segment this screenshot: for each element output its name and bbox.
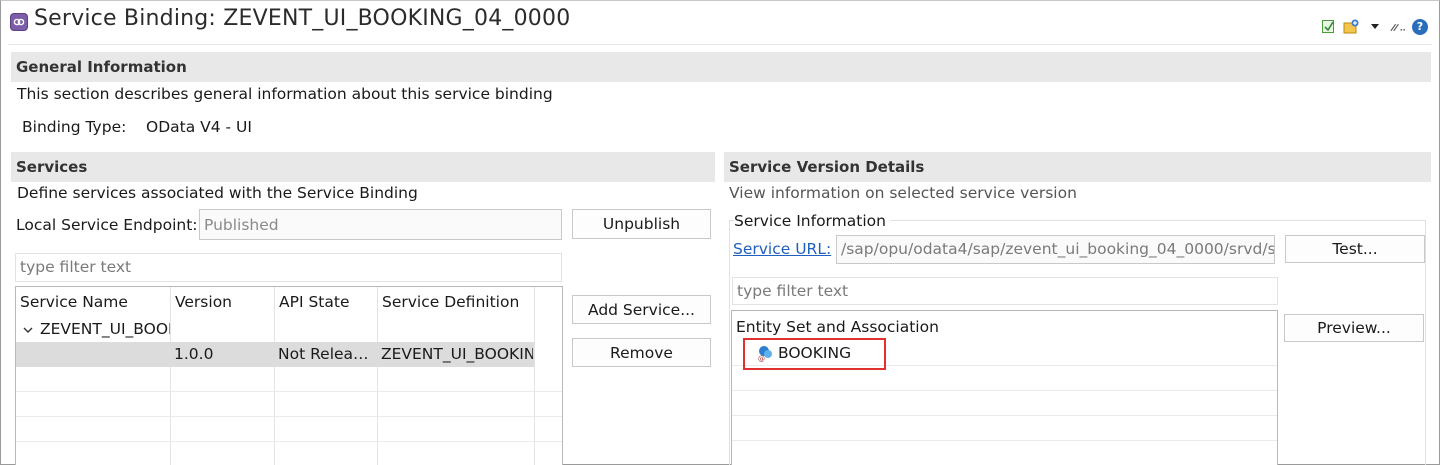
- table-row: [16, 441, 562, 442]
- binding-type-label: Binding Type:: [22, 118, 127, 136]
- details-description: View information on selected service ver…: [729, 184, 1077, 202]
- local-endpoint-label: Local Service Endpoint:: [16, 216, 198, 234]
- services-table: Service Name Version API State Service D…: [15, 286, 563, 465]
- svg-text:@: @: [758, 355, 765, 362]
- general-information-header[interactable]: General Information: [11, 52, 1431, 82]
- column-separator: [274, 287, 275, 465]
- publish-icon[interactable]: [1343, 18, 1360, 35]
- page-title: Service Binding: ZEVENT_UI_BOOKING_04_00…: [34, 6, 571, 31]
- remove-button[interactable]: Remove: [572, 338, 711, 367]
- column-separator: [534, 287, 535, 465]
- service-version-details-header[interactable]: Service Version Details: [724, 152, 1431, 182]
- entity-set-icon: @: [756, 344, 774, 363]
- unpublish-button[interactable]: Unpublish: [572, 209, 711, 239]
- chevron-down-icon[interactable]: [22, 317, 36, 344]
- services-filter-input[interactable]: type filter text: [15, 253, 562, 282]
- editor-toolbar: ?: [1320, 18, 1428, 35]
- service-url-field[interactable]: /sap/opu/odata4/sap/zevent_ui_booking_04…: [836, 235, 1275, 264]
- entity-tree: Entity Set and Association: [731, 310, 1278, 465]
- column-separator: [170, 287, 171, 465]
- local-endpoint-field[interactable]: Published: [199, 209, 562, 240]
- list-item: [732, 440, 1277, 441]
- title-divider: [8, 44, 1432, 45]
- preview-button[interactable]: Preview...: [1284, 314, 1424, 342]
- api-state-cell: Not Released: [278, 345, 374, 363]
- binding-type-value: OData V4 - UI: [146, 118, 252, 136]
- column-header-api-state[interactable]: API State: [275, 287, 349, 317]
- entity-tree-heading: Entity Set and Association: [736, 318, 939, 336]
- service-definition-cell: ZEVENT_UI_BOOKING_04: [381, 345, 533, 363]
- service-binding-icon: [10, 13, 28, 31]
- version-cell: 1.0.0: [174, 345, 214, 363]
- add-service-button[interactable]: Add Service...: [572, 295, 711, 324]
- service-information-label: Service Information: [734, 212, 890, 230]
- column-header-version[interactable]: Version: [171, 287, 232, 317]
- help-icon[interactable]: ?: [1412, 18, 1428, 35]
- activate-icon[interactable]: [1320, 18, 1337, 35]
- column-header-service-definition[interactable]: Service Definition: [378, 287, 519, 317]
- link-icon[interactable]: [1389, 18, 1406, 35]
- dropdown-icon[interactable]: [1366, 18, 1383, 35]
- entity-booking-item[interactable]: BOOKING: [778, 344, 851, 362]
- services-description: Define services associated with the Serv…: [17, 184, 418, 202]
- table-row: [16, 416, 562, 417]
- table-row: [16, 391, 562, 392]
- entity-filter-input[interactable]: type filter text: [732, 277, 1278, 305]
- general-description: This section describes general informati…: [17, 85, 553, 103]
- list-item: [732, 415, 1277, 416]
- services-header[interactable]: Services: [11, 152, 715, 182]
- service-url-link[interactable]: Service URL:: [733, 240, 831, 258]
- list-item: [732, 390, 1277, 391]
- column-header-service-name[interactable]: Service Name: [16, 287, 128, 317]
- column-separator: [377, 287, 378, 465]
- test-button[interactable]: Test...: [1285, 235, 1425, 263]
- service-group-row[interactable]: ZEVENT_UI_BOOKING_04_0000: [40, 317, 170, 342]
